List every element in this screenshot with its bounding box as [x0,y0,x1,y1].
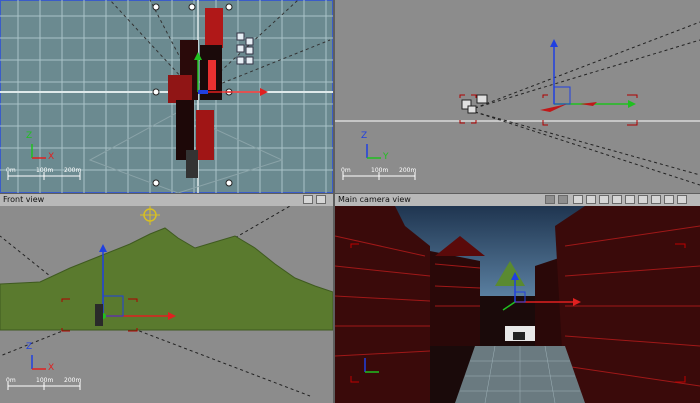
sun-light-icon[interactable] [140,206,160,225]
side-axis-label-v: Z [361,131,368,141]
side-viewport[interactable]: Z Y 0m 100m 200m [335,0,700,193]
play-icon[interactable] [638,195,648,204]
top-scale-zero: 0m [6,167,16,174]
side-gizmo[interactable] [540,39,636,112]
side-scale-end: 200m [399,167,417,174]
front-scale-zero: 0m [6,377,16,384]
front-scale-mid: 100m [36,377,54,384]
camera-select-icon[interactable] [558,195,568,204]
top-axis-label-v: Z [26,131,33,141]
mountain-terrain[interactable] [0,227,333,331]
boat[interactable] [513,332,525,340]
settings-icon[interactable] [664,195,674,204]
front-view-title: Front view [3,195,45,204]
top-axis-label-h: X [48,152,55,162]
pan-icon[interactable] [599,195,609,204]
camera-viewport[interactable] [335,206,700,403]
top-viewport[interactable]: Z X 0m 100m 200m [0,0,333,193]
view-options-icon[interactable] [316,195,326,204]
side-view-canvas[interactable] [335,0,700,193]
top-scale-end: 200m [64,167,82,174]
front-view-canvas[interactable] [0,206,333,403]
front-scale-end: 200m [64,377,82,384]
zoom-in-icon[interactable] [586,195,596,204]
render-icon[interactable] [545,195,555,204]
buildings-top[interactable] [168,8,223,178]
orbit-icon[interactable] [612,195,622,204]
water-grid [455,345,585,403]
front-viewport[interactable]: Z X 0m 100m 200m [0,206,333,403]
maximize-icon[interactable] [303,195,313,204]
top-gizmo-x-arrow[interactable] [260,88,268,96]
top-view-canvas[interactable] [0,0,333,193]
top-grid [0,0,333,193]
top-scale-mid: 100m [36,167,54,174]
side-scale-mid: 100m [371,167,389,174]
maximize-camera-icon[interactable] [677,195,687,204]
prev-frame-icon[interactable] [625,195,635,204]
side-scale-zero: 0m [341,167,351,174]
front-axis-label-h: X [48,363,55,373]
front-camera-icon[interactable] [95,304,103,326]
zoom-out-icon[interactable] [573,195,583,204]
side-axis-label-h: Y [383,152,389,162]
front-axis-label-v: Z [26,342,33,352]
camera-view-canvas[interactable] [335,206,700,403]
next-frame-icon[interactable] [651,195,661,204]
side-camera-icon[interactable] [461,94,488,114]
camera-view-title: Main camera view [338,195,411,204]
